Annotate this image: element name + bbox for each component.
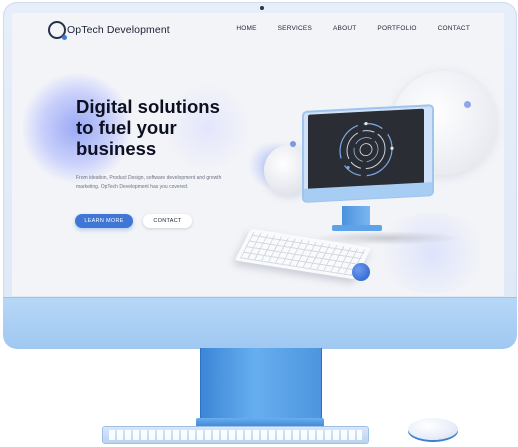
nav-item-home[interactable]: HOME [236,25,256,32]
optech-logo-icon [48,21,67,40]
brand-name: OpTech Development [67,24,170,36]
brand-logo[interactable]: OpTech Development [48,21,170,40]
monitor-illustration [302,104,437,206]
nav-item-contact[interactable]: CONTACT [438,25,470,32]
decor-dot [464,101,471,108]
hero-title: Digital solutions to fuel your business [76,96,246,159]
desk-keyboard [102,426,369,444]
hero-title-line: business [76,138,157,159]
imac-stand [200,348,322,426]
camera-dot [260,6,264,10]
monitor-base-illustration [332,225,382,231]
learn-more-button[interactable]: LEARN MORE [75,214,133,228]
mouse-illustration [408,418,458,440]
monitor-display [308,108,424,191]
hero-title-line: to fuel your [76,117,177,138]
hero-title-line: Digital solutions [76,96,220,117]
website-screen: OpTech Development HOME SERVICES ABOUT P… [12,13,504,296]
main-nav: HOME SERVICES ABOUT PORTFOLIO CONTACT [215,25,470,32]
imac-chin [3,297,517,349]
decor-dot [290,141,296,147]
hero-subtitle: From ideation, Product Design, software … [76,175,222,190]
decor-gradient-blob [372,213,492,293]
nav-item-services[interactable]: SERVICES [278,25,312,32]
nav-item-about[interactable]: ABOUT [333,25,356,32]
decor-sphere [352,263,370,281]
circuit-ring-icon [339,122,394,177]
nav-item-portfolio[interactable]: PORTFOLIO [377,25,416,32]
contact-button[interactable]: CONTACT [143,214,192,228]
